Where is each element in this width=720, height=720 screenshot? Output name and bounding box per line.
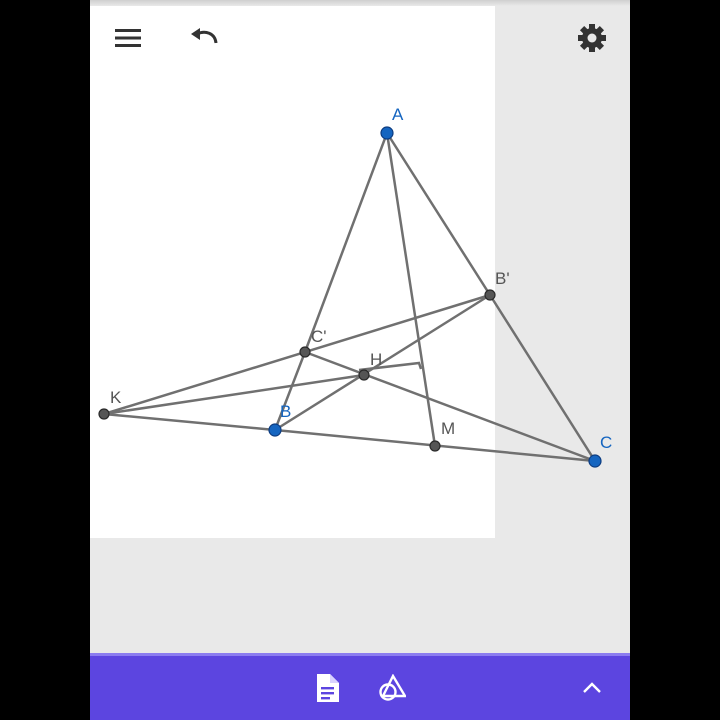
point-m[interactable] [429,440,441,452]
point-h[interactable] [358,369,370,381]
point-label-a: A [392,105,404,124]
segment-k-b[interactable] [102,412,277,432]
segment-a-b1[interactable] [385,131,492,297]
points-layer [98,126,602,468]
point-label-b1: B' [495,269,510,288]
point-b1[interactable] [484,289,496,301]
geometry-app: A B C B' C' H K M [90,0,630,720]
point-label-c: C [600,433,612,452]
segment-a-c1[interactable] [303,131,389,354]
segment-b1-c[interactable] [488,293,597,463]
point-c1[interactable] [299,346,311,358]
document-icon [317,674,339,702]
tools-button[interactable] [370,666,414,710]
point-b[interactable] [268,423,282,437]
labels-layer: A B C B' C' H K M [110,105,612,452]
shapes-tool-icon [379,674,406,701]
menu-button[interactable] [106,16,150,60]
point-k[interactable] [98,408,110,420]
undo-button[interactable] [182,16,226,60]
right-angle-marker [358,361,423,372]
hamburger-menu-icon [115,29,141,47]
bottom-bar [90,653,630,720]
algebra-view-button[interactable] [305,666,349,710]
segments-layer [102,131,597,463]
point-label-c1: C' [311,327,327,346]
geometry-canvas[interactable]: A B C B' C' H K M [90,0,630,720]
segment-k-h[interactable] [102,373,366,416]
point-label-h: H [370,350,382,369]
gear-icon [578,24,606,52]
settings-button[interactable] [570,16,614,60]
point-label-k: K [110,388,122,407]
segment-k-b1[interactable] [102,293,492,416]
undo-icon [191,28,218,44]
segment-c1-c[interactable] [303,350,597,463]
expand-button[interactable] [570,666,614,710]
point-a[interactable] [380,126,394,140]
point-label-b: B [280,402,291,421]
chevron-up-icon [583,682,601,693]
point-c[interactable] [588,454,602,468]
point-label-m: M [441,419,455,438]
